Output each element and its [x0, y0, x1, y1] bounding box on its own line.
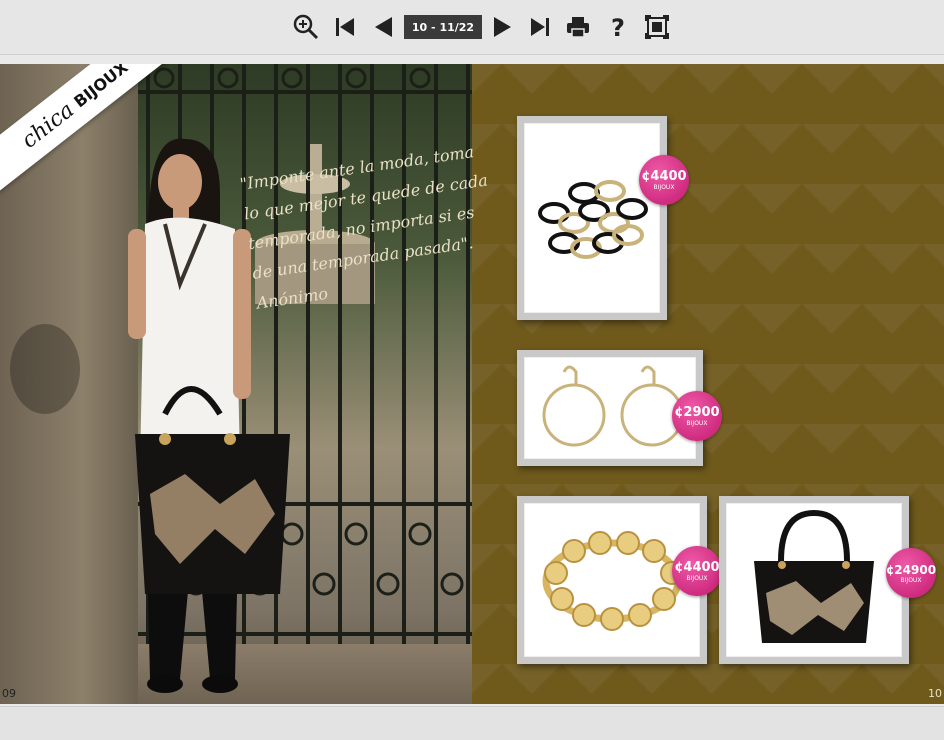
product-frame-handbag[interactable]	[719, 496, 909, 664]
price-badge: ¢24900 BIJOUX	[886, 548, 936, 598]
price-label: ¢2900	[674, 404, 720, 420]
viewer-toolbar: 10 - 11/22 ?	[0, 0, 944, 55]
price-badge: ¢4400 BIJOUX	[639, 155, 689, 205]
first-page-icon[interactable]	[333, 12, 357, 42]
badge-brand: BIJOUX	[900, 576, 922, 584]
price-label: ¢24900	[885, 562, 937, 577]
badge-brand: BIJOUX	[686, 419, 708, 427]
svg-text:?: ?	[611, 14, 625, 40]
badge-brand: BIJOUX	[653, 183, 675, 191]
next-page-icon[interactable]	[491, 12, 515, 42]
handbag-image	[754, 509, 874, 643]
print-icon[interactable]	[566, 12, 590, 42]
left-page-number: 09	[2, 687, 16, 700]
price-badge: ¢4400 BIJOUX	[672, 546, 722, 596]
chain-bracelet-image	[538, 180, 648, 259]
price-badge: ¢2900 BIJOUX	[672, 391, 722, 441]
magazine-spread: chica BIJOUX 09 10 ¢4400 BIJOUX ¢2900 BI…	[0, 64, 944, 704]
last-page-icon[interactable]	[528, 12, 552, 42]
badge-brand: BIJOUX	[686, 574, 708, 582]
previous-page-icon[interactable]	[371, 12, 395, 42]
price-label: ¢4400	[641, 168, 687, 184]
price-label: ¢4400	[674, 559, 720, 575]
product-frame-bracelet-chain[interactable]	[517, 116, 667, 320]
zoom-in-icon[interactable]	[292, 12, 320, 42]
quote-text: "Imponte ante la moda, toma lo que mejor…	[238, 139, 489, 318]
hoop-earrings-image	[542, 365, 684, 447]
page-indicator[interactable]: 10 - 11/22	[404, 15, 482, 39]
right-page-number: 10	[928, 687, 942, 700]
fullscreen-icon[interactable]	[644, 12, 670, 42]
bottom-bar	[0, 706, 944, 740]
help-icon[interactable]: ?	[606, 12, 630, 42]
